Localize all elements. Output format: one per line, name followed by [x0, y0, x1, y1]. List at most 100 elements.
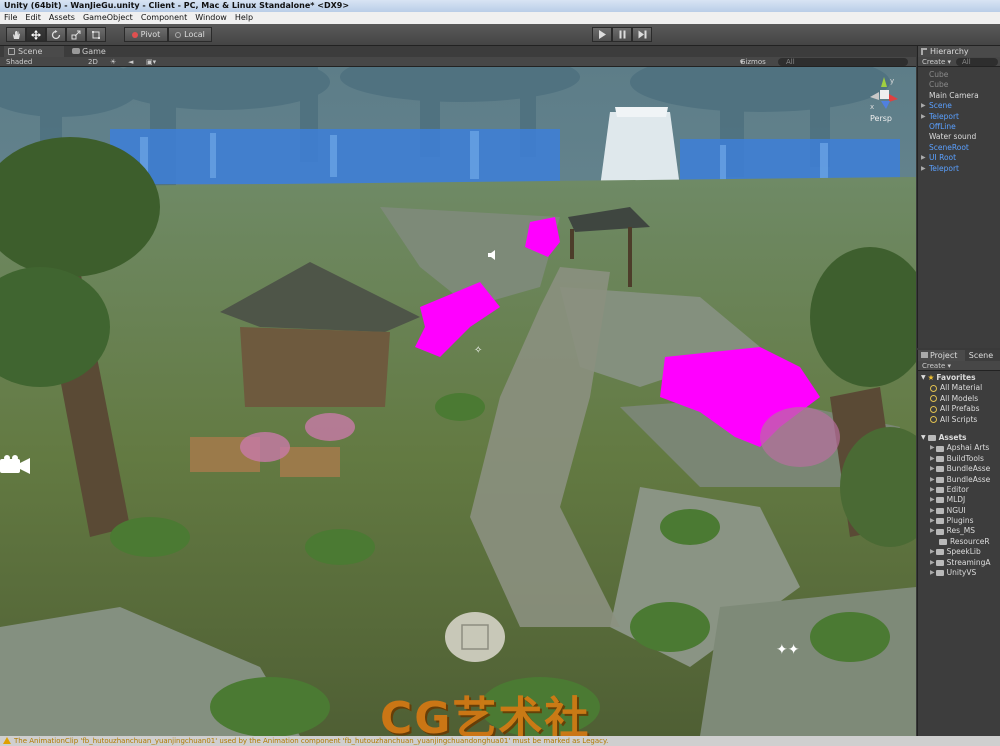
- step-button[interactable]: [632, 27, 652, 42]
- asset-folder-item[interactable]: ▶ BundleAsse: [921, 475, 1000, 485]
- expand-arrow-icon[interactable]: ▶: [930, 568, 935, 578]
- audio-icon[interactable]: ◄: [128, 57, 133, 67]
- asset-folder-item[interactable]: ▶ NGUI: [921, 506, 1000, 516]
- expand-arrow-icon[interactable]: ▶: [930, 464, 935, 474]
- hierarchy-item[interactable]: ▶ UI Root: [918, 153, 1000, 163]
- rect-tool-button[interactable]: [86, 27, 106, 42]
- asset-folder-item[interactable]: ▶ Apshai Arts: [921, 443, 1000, 453]
- play-icon: [598, 30, 606, 39]
- favorites-header[interactable]: ▼ ★ Favorites: [921, 373, 1000, 383]
- favorites-item[interactable]: All Prefabs: [921, 404, 1000, 414]
- expand-arrow-icon[interactable]: ▶: [921, 164, 926, 174]
- folder-icon: [935, 476, 944, 483]
- tab-hierarchy[interactable]: Hierarchy: [918, 46, 1000, 57]
- scale-tool-button[interactable]: [66, 27, 86, 42]
- menu-edit[interactable]: Edit: [25, 12, 41, 24]
- 2d-toggle[interactable]: 2D: [88, 57, 98, 67]
- rotate-tool-button[interactable]: [46, 27, 66, 42]
- menu-file[interactable]: File: [4, 12, 17, 24]
- expand-arrow-icon[interactable]: ▶: [930, 495, 935, 505]
- asset-folder-label: Res_MS: [946, 526, 976, 536]
- favorites-item[interactable]: All Scripts: [921, 415, 1000, 425]
- hierarchy-item[interactable]: Main Camera: [918, 91, 1000, 101]
- hierarchy-search-input[interactable]: All: [956, 58, 998, 66]
- asset-folder-item[interactable]: ▶ UnityVS: [921, 568, 1000, 578]
- lighting-icon[interactable]: ☀: [110, 57, 116, 67]
- scene-search-input[interactable]: All: [778, 58, 908, 66]
- light-gizmo-icon[interactable]: ✧: [474, 345, 482, 356]
- asset-folder-item[interactable]: ResourceR: [921, 537, 1000, 547]
- hierarchy-item-label: OffLine: [929, 121, 956, 131]
- scene-viewport[interactable]: y x Persp ✦✦ ✧ CG艺术社: [0, 67, 916, 736]
- hand-tool-button[interactable]: [6, 27, 26, 42]
- scene-tab-strip: Scene Game: [0, 46, 916, 57]
- expand-arrow-icon[interactable]: ▶: [921, 101, 926, 111]
- menu-help[interactable]: Help: [235, 12, 253, 24]
- tab-scene[interactable]: Scene: [4, 46, 64, 57]
- particle-system-icon[interactable]: ✦✦: [776, 642, 799, 658]
- asset-folder-item[interactable]: ▶ StreamingA: [921, 558, 1000, 568]
- watermark-logo: CG艺术社: [380, 693, 591, 736]
- expand-arrow-icon[interactable]: ▶: [930, 558, 935, 568]
- expand-arrow-icon[interactable]: ▶: [930, 506, 935, 516]
- gizmos-dropdown[interactable]: Gizmos ▾: [740, 57, 766, 67]
- menu-component[interactable]: Component: [141, 12, 187, 24]
- expand-arrow-icon[interactable]: ▶: [921, 153, 926, 163]
- hierarchy-item[interactable]: OffLine: [918, 122, 1000, 132]
- expand-arrow-icon[interactable]: ▶: [930, 485, 935, 495]
- menu-gameobject[interactable]: GameObject: [83, 12, 133, 24]
- scene-orientation-gizmo[interactable]: y x Persp: [860, 73, 910, 123]
- asset-folder-item[interactable]: ▶ Plugins: [921, 516, 1000, 526]
- asset-folder-item[interactable]: ▶ MLDJ: [921, 495, 1000, 505]
- hierarchy-item[interactable]: Cube: [918, 80, 1000, 90]
- project-create-label: Create: [922, 362, 946, 370]
- tab-game[interactable]: Game: [68, 46, 128, 57]
- local-toggle[interactable]: Local: [168, 27, 212, 42]
- expand-arrow-icon[interactable]: ▶: [930, 547, 935, 557]
- expand-arrow-icon[interactable]: ▶: [921, 112, 926, 122]
- expand-arrow-icon[interactable]: ▶: [930, 526, 935, 536]
- asset-folder-label: Apshai Arts: [946, 443, 990, 453]
- svg-text:x: x: [870, 103, 874, 111]
- console-status-bar[interactable]: The AnimationClip 'fb_hutouzhanchuan_yua…: [0, 736, 1000, 746]
- expand-arrow-icon[interactable]: ▶: [930, 475, 935, 485]
- expand-arrow-icon: ▼: [921, 433, 926, 441]
- audio-source-icon[interactable]: [487, 249, 499, 261]
- move-tool-button[interactable]: [26, 27, 46, 42]
- effects-icon[interactable]: ▣▾: [146, 57, 156, 67]
- favorites-item[interactable]: All Models: [921, 394, 1000, 404]
- hierarchy-item[interactable]: ▶ Teleport: [918, 164, 1000, 174]
- asset-folder-item[interactable]: ▶ BuildTools: [921, 454, 1000, 464]
- menu-assets[interactable]: Assets: [49, 12, 75, 24]
- assets-header[interactable]: ▼ Assets: [921, 433, 1000, 443]
- hierarchy-item[interactable]: ▶ Scene: [918, 101, 1000, 111]
- play-button[interactable]: [592, 27, 612, 42]
- shading-mode-dropdown[interactable]: Shaded: [6, 57, 32, 67]
- asset-folder-item[interactable]: ▶ Editor: [921, 485, 1000, 495]
- menu-window[interactable]: Window: [195, 12, 227, 24]
- tab-project[interactable]: Project Scene: [918, 350, 1000, 361]
- hierarchy-item-label: Teleport: [929, 111, 959, 121]
- pivot-toggle[interactable]: Pivot: [124, 27, 168, 42]
- expand-arrow-icon[interactable]: ▶: [930, 516, 935, 526]
- hierarchy-item[interactable]: Water sound: [918, 132, 1000, 142]
- camera-gizmo-icon[interactable]: [0, 455, 32, 477]
- pause-button[interactable]: [612, 27, 632, 42]
- expand-arrow-icon[interactable]: ▶: [930, 454, 935, 464]
- asset-folder-item[interactable]: ▶ SpeekLib: [921, 547, 1000, 557]
- hierarchy-item[interactable]: Cube: [918, 70, 1000, 80]
- folder-icon: [927, 435, 936, 442]
- asset-folder-item[interactable]: ▶ BundleAsse: [921, 464, 1000, 474]
- main-toolbar: Pivot Local: [0, 24, 1000, 46]
- asset-folder-item[interactable]: ▶ Res_MS: [921, 526, 1000, 536]
- tab-scene-secondary[interactable]: Scene: [964, 350, 1000, 361]
- favorites-item[interactable]: All Material: [921, 383, 1000, 393]
- hierarchy-item[interactable]: SceneRoot: [918, 143, 1000, 153]
- project-create-dropdown[interactable]: Create ▾: [922, 362, 951, 370]
- hierarchy-item-label: Scene: [929, 101, 952, 111]
- asset-folder-label: Plugins: [946, 516, 974, 526]
- hierarchy-create-dropdown[interactable]: Create ▾: [922, 58, 951, 66]
- search-icon: [930, 416, 937, 424]
- expand-arrow-icon[interactable]: ▶: [930, 443, 935, 453]
- hierarchy-item[interactable]: ▶ Teleport: [918, 112, 1000, 122]
